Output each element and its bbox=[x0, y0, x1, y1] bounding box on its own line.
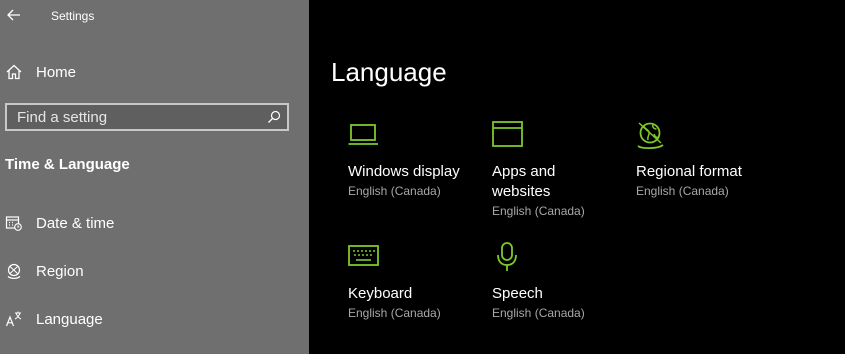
nav-date-time[interactable]: Date & time bbox=[0, 205, 309, 241]
tile-windows-display[interactable]: Windows display English (Canada) bbox=[348, 120, 488, 230]
keyboard-icon bbox=[348, 245, 379, 266]
tile-speech[interactable]: Speech English (Canada) bbox=[492, 242, 632, 352]
tile-subtext: English (Canada) bbox=[492, 306, 585, 320]
tile-subtext: English (Canada) bbox=[348, 184, 441, 198]
language-icon bbox=[5, 310, 23, 328]
tile-subtext: English (Canada) bbox=[636, 184, 729, 198]
globe-icon bbox=[637, 122, 664, 150]
app-title: Settings bbox=[51, 9, 95, 23]
nav-region-label: Region bbox=[36, 262, 84, 280]
calendar-clock-icon bbox=[5, 214, 23, 232]
search-box[interactable] bbox=[5, 103, 289, 131]
laptop-icon bbox=[348, 124, 378, 145]
page-title: Language bbox=[331, 57, 447, 87]
nav-language[interactable]: Language bbox=[0, 301, 309, 337]
microphone-icon bbox=[497, 242, 517, 271]
nav-region[interactable]: Region bbox=[0, 253, 309, 289]
back-button[interactable] bbox=[4, 4, 24, 26]
search-input[interactable] bbox=[7, 105, 267, 129]
nav-home[interactable]: Home bbox=[0, 54, 309, 90]
nav-date-time-label: Date & time bbox=[36, 214, 115, 232]
window-icon bbox=[492, 121, 523, 147]
nav-home-label: Home bbox=[36, 63, 77, 81]
tile-apps-and-websites[interactable]: Apps and websites English (Canada) bbox=[492, 120, 632, 230]
tile-name: Keyboard bbox=[348, 285, 413, 302]
tile-name: Apps and websites bbox=[492, 163, 556, 200]
tile-name: Speech bbox=[492, 285, 543, 302]
search-icon[interactable] bbox=[267, 110, 281, 124]
title-bar: Settings bbox=[0, 0, 309, 32]
tile-subtext: English (Canada) bbox=[348, 306, 441, 320]
region-globe-icon bbox=[5, 262, 23, 280]
back-arrow-icon bbox=[7, 9, 20, 21]
home-icon bbox=[5, 63, 23, 81]
main-content: Language Windows display English (Canada… bbox=[309, 0, 845, 354]
tile-name: Regional format bbox=[636, 163, 742, 180]
tile-keyboard[interactable]: Keyboard English (Canada) bbox=[348, 242, 488, 352]
section-heading: Time & Language bbox=[5, 156, 130, 173]
sidebar: Settings Home Time & Language bbox=[0, 0, 309, 354]
tile-name: Windows display bbox=[348, 163, 460, 180]
nav-language-label: Language bbox=[36, 310, 103, 328]
tile-regional-format[interactable]: Regional format English (Canada) bbox=[636, 120, 776, 230]
tile-subtext: English (Canada) bbox=[492, 204, 585, 218]
